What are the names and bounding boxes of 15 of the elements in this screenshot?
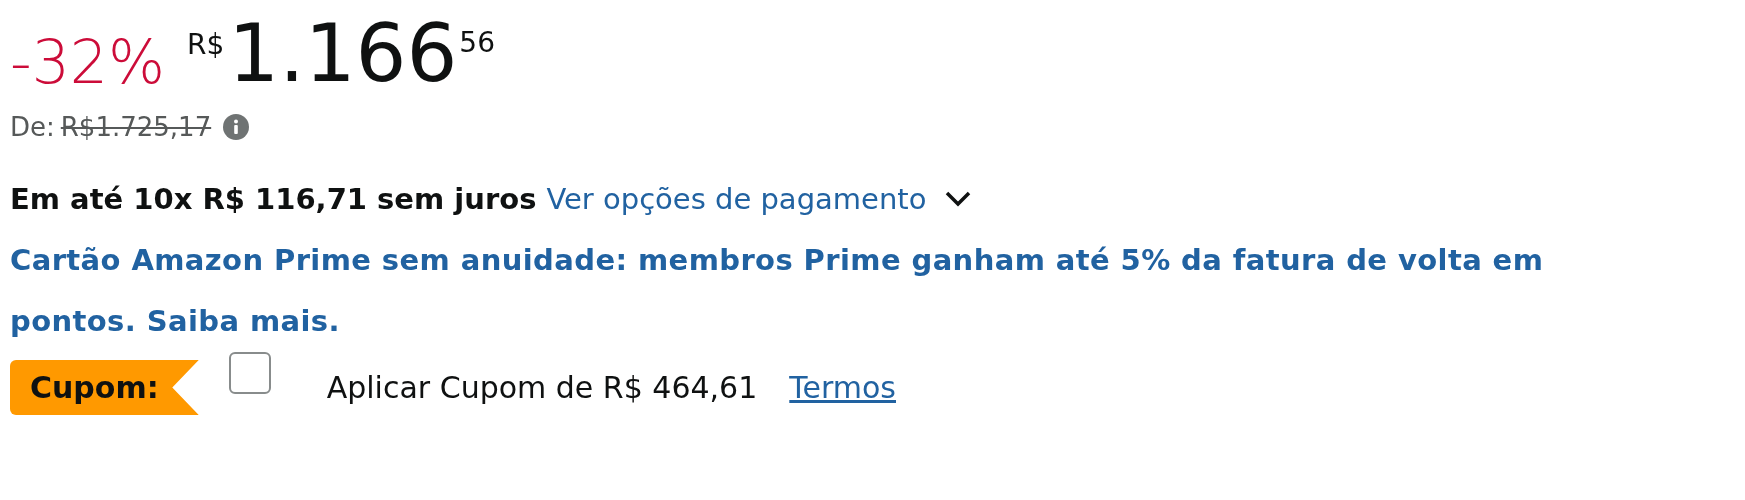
discount-percent: -32% bbox=[10, 32, 165, 92]
list-price-label: De: bbox=[10, 112, 55, 142]
coupon-badge: Cupom: bbox=[10, 360, 199, 415]
chevron-down-icon[interactable] bbox=[944, 189, 973, 209]
price-whole: 1.166 bbox=[228, 14, 458, 94]
currency-symbol: R$ bbox=[187, 28, 225, 61]
price-cents: 56 bbox=[459, 26, 495, 59]
list-price: R$1.725,17 bbox=[60, 112, 212, 142]
coupon-label: Aplicar Cupom de R$ 464,61 bbox=[326, 370, 758, 405]
info-icon[interactable] bbox=[223, 114, 250, 140]
installment-text: Em até 10x R$ 116,71 sem juros bbox=[10, 182, 537, 216]
coupon-checkbox[interactable] bbox=[228, 352, 271, 394]
prime-card-promo-link[interactable]: Cartão Amazon Prime sem anuidade: membros Prime ganham até 5% da fatura de volta em pontos. Saiba mais. bbox=[10, 230, 1670, 352]
terms-link[interactable]: Termos bbox=[789, 370, 896, 405]
payment-options-link[interactable]: Ver opções de pagamento bbox=[546, 182, 927, 216]
